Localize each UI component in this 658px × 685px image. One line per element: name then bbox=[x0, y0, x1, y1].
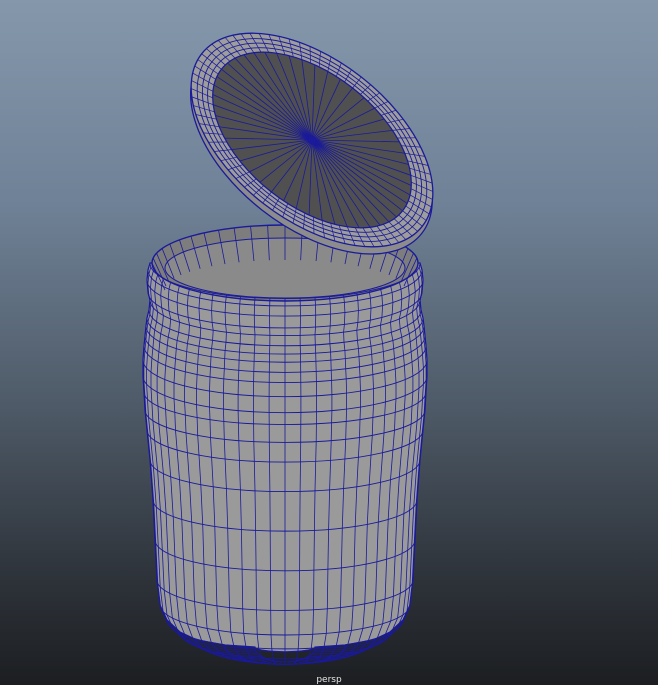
perspective-viewport[interactable]: persp bbox=[0, 0, 658, 685]
jar-body-mesh[interactable] bbox=[142, 224, 428, 666]
camera-name-label: persp bbox=[316, 675, 342, 685]
scene-canvas[interactable] bbox=[0, 0, 658, 685]
